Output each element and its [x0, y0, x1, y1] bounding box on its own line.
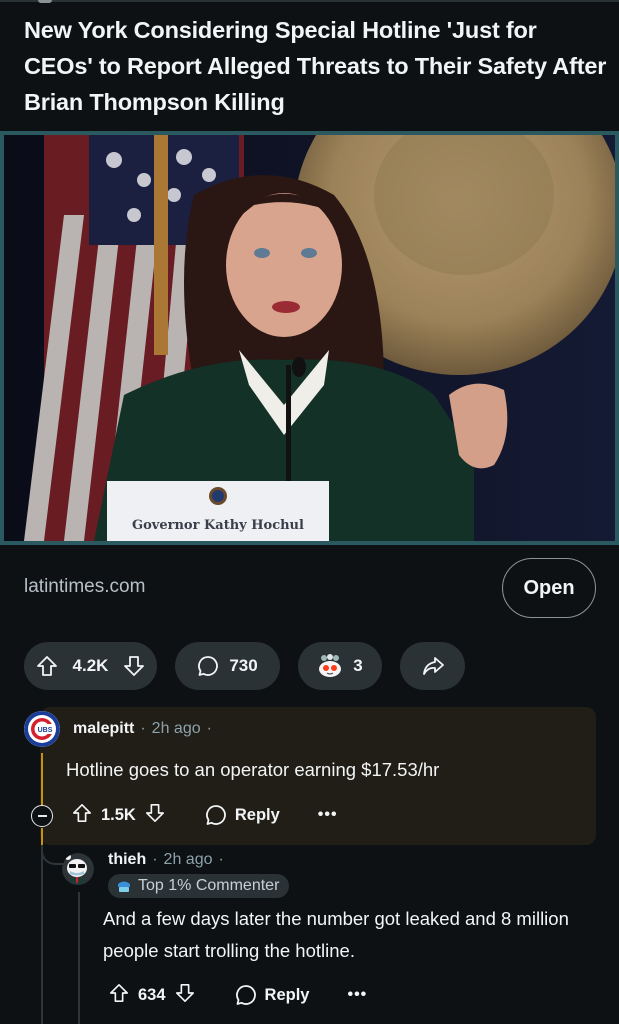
downvote-button[interactable]	[175, 982, 195, 1009]
reply-label: Reply	[264, 985, 310, 1004]
comment-actions: 1.5K Reply •••	[72, 800, 338, 830]
upvote-button[interactable]	[72, 802, 92, 829]
reply-button[interactable]: Reply	[235, 984, 310, 1006]
comment-score: 634	[138, 985, 166, 1004]
arrow-up-icon	[110, 983, 128, 1002]
snoo-award-icon	[319, 654, 342, 677]
thread-line[interactable]	[41, 845, 43, 1024]
comment-username[interactable]: thieh	[108, 851, 146, 869]
post-title: New York Considering Special Hotline 'Ju…	[24, 17, 607, 115]
post-actions: 4.2K 730 3	[24, 642, 465, 690]
reply-thread-line[interactable]	[78, 892, 80, 1024]
flair-text: Top 1% Commenter	[138, 877, 280, 894]
arrow-up-icon	[73, 803, 91, 822]
avatar[interactable]: UBS	[24, 711, 60, 747]
top-commenter-badge-icon	[118, 881, 130, 892]
thread-line[interactable]	[41, 753, 43, 809]
reply-label: Reply	[234, 805, 280, 824]
collapse-thread-button[interactable]	[31, 805, 53, 827]
separator: ·	[206, 720, 212, 737]
comments-button[interactable]: 730	[175, 642, 280, 690]
link-domain[interactable]: latintimes.com	[24, 576, 145, 598]
arrow-down-icon	[124, 656, 144, 676]
cubs-logo-avatar: UBS	[24, 711, 60, 747]
separator: ·	[218, 851, 224, 868]
upvote-button[interactable]	[36, 655, 58, 677]
arrow-up-icon	[37, 656, 57, 676]
link-bar: latintimes.com Open	[24, 558, 596, 618]
comment-time: 2h ago	[163, 851, 213, 868]
share-arrow-icon	[422, 657, 444, 675]
thread-branch	[41, 845, 63, 865]
share-button[interactable]	[400, 642, 465, 690]
comment-time: 2h ago	[151, 720, 201, 737]
comment-count: 730	[229, 656, 258, 675]
name-placard: Governor Kathy Hochul	[107, 481, 329, 541]
speech-bubble-icon	[198, 656, 219, 676]
arrow-down-icon	[145, 803, 164, 822]
comment-body: Hotline goes to an operator earning $17.…	[66, 759, 440, 780]
upvote-button[interactable]	[109, 982, 129, 1009]
vote-pill: 4.2K	[24, 642, 157, 690]
user-flair: Top 1% Commenter	[108, 874, 290, 898]
hochul-press-photo: Governor Kathy Hochul	[4, 135, 615, 541]
downvote-button[interactable]	[123, 655, 145, 677]
speech-bubble-icon	[235, 985, 256, 1005]
comment-actions: 634 Reply •••	[109, 980, 367, 1010]
separator: ·	[152, 851, 158, 868]
comment-meta: malepitt · 2h ago ·	[73, 720, 212, 738]
more-options-button[interactable]: •••	[318, 806, 338, 824]
award-count: 3	[353, 656, 363, 675]
avatar[interactable]	[62, 853, 94, 885]
comment-meta: thieh · 2h ago ·	[108, 851, 224, 869]
post-image[interactable]: Governor Kathy Hochul	[0, 131, 619, 545]
open-link-button[interactable]: Open	[502, 558, 596, 618]
placard-text: Governor Kathy Hochul	[132, 518, 304, 533]
comment-body: And a few days later the number got leak…	[103, 908, 569, 961]
comment-score: 1.5K	[101, 805, 136, 824]
more-options-button[interactable]: •••	[347, 986, 367, 1004]
award-button[interactable]: 3	[298, 642, 382, 690]
separator: ·	[140, 720, 146, 737]
arrow-down-icon	[175, 983, 194, 1002]
svg-text:UBS: UBS	[38, 727, 53, 734]
speech-bubble-icon	[205, 805, 226, 825]
drag-handle	[38, 0, 52, 3]
minus-icon	[37, 815, 47, 817]
thread-line[interactable]	[41, 828, 43, 845]
comment-username[interactable]: malepitt	[73, 720, 134, 738]
top-edge	[0, 0, 619, 3]
reply-button[interactable]: Reply	[205, 804, 280, 826]
post-score: 4.2K	[72, 656, 109, 675]
downvote-button[interactable]	[145, 802, 165, 829]
panda-sunglasses-avatar	[62, 853, 94, 885]
